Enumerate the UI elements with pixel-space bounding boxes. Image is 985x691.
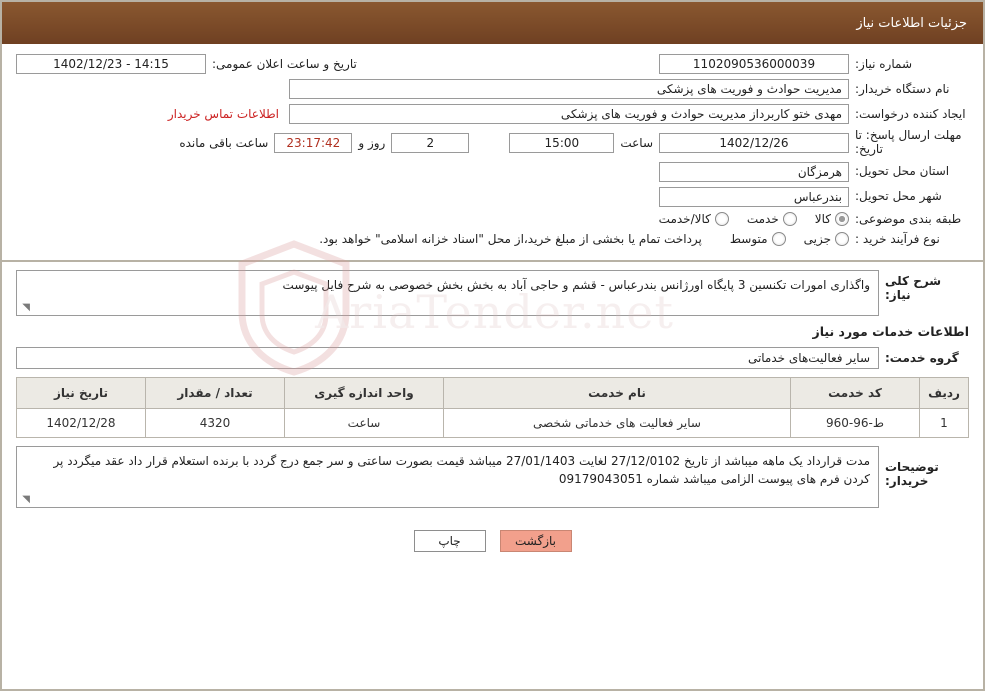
deadline-label: مهلت ارسال پاسخ: تا تاریخ:	[855, 128, 962, 156]
category-option-label: کالا/خدمت	[658, 212, 711, 227]
purchase-type-row: نوع فرآیند خرید : جزیی متوسط پرداخت تمام…	[16, 232, 969, 247]
deadline-hour: 15:00	[509, 132, 615, 153]
remaining-time: 23:17:42	[274, 132, 353, 153]
province-value: هرمزگان	[659, 161, 849, 182]
radio-icon[interactable]	[714, 212, 729, 227]
general-desc-row: شرح کلی نیاز: واگذاری امورات تکنسین 3 پا…	[16, 269, 969, 316]
table-header-row: ردیف کد خدمت نام خدمت واحد اندازه گیری ت…	[16, 376, 969, 409]
general-desc-label: شرح کلی نیاز:	[885, 273, 942, 302]
services-table: ردیف کد خدمت نام خدمت واحد اندازه گیری ت…	[16, 376, 969, 438]
service-group-row: گروه خدمت: سایر فعالیت‌های خدماتی	[16, 346, 969, 369]
buyer-contact-link[interactable]: اطلاعات تماس خریدار	[168, 107, 289, 121]
general-desc-text: واگذاری امورات تکنسین 3 پایگاه اورژانس ب…	[282, 277, 870, 292]
buyer-notes-text: مدت قرارداد یک ماهه میباشد از تاریخ 27/1…	[53, 453, 870, 487]
category-label: طبقه بندی موضوعی:	[855, 211, 962, 226]
purchase-type-option-jozii[interactable]: جزیی	[803, 232, 849, 247]
radio-icon[interactable]	[835, 212, 849, 227]
requester-value: مهدی ختو کاربرداز مدیریت حوادث و فوریت ه…	[289, 104, 849, 124]
th-row: ردیف	[919, 376, 969, 409]
remaining-days-label: روز و	[358, 135, 386, 150]
buyer-notes-label: توضیحات خریدار:	[885, 459, 939, 488]
requester-row: ایجاد کننده درخواست: مهدی ختو کاربرداز م…	[16, 104, 969, 124]
table-row: 1 ط-96-960 سایر فعالیت های خدماتی شخصی س…	[16, 407, 969, 438]
service-group-label: گروه خدمت:	[885, 350, 959, 365]
need-number-label: شماره نیاز:	[855, 56, 912, 71]
purchase-type-label: نوع فرآیند خرید :	[855, 231, 940, 246]
buyer-notes-value[interactable]: مدت قرارداد یک ماهه میباشد از تاریخ 27/1…	[16, 445, 879, 508]
province-row: استان محل تحویل: هرمزگان	[16, 161, 969, 182]
city-label: شهر محل تحویل:	[855, 189, 942, 204]
deadline-row: مهلت ارسال پاسخ: تا تاریخ: 1402/12/26 سا…	[16, 128, 969, 157]
buyer-notes-row: توضیحات خریدار: مدت قرارداد یک ماهه میبا…	[16, 445, 969, 508]
city-value: بندرعباس	[659, 186, 849, 207]
category-option-kala-khedmat[interactable]: کالا/خدمت	[658, 212, 729, 227]
category-row: طبقه بندی موضوعی: کالا خدمت کالا/خدمت	[16, 212, 969, 227]
cell-unit: ساعت	[284, 407, 444, 438]
deadline-hour-label: ساعت	[620, 135, 653, 150]
category-option-khedmat[interactable]: خدمت	[746, 212, 797, 227]
purchase-type-option-motevaset[interactable]: متوسط	[729, 232, 786, 247]
province-label: استان محل تحویل:	[855, 164, 950, 179]
announce-datetime-label: تاریخ و ساعت اعلان عمومی:	[212, 57, 357, 71]
services-section-title: اطلاعات خدمات مورد نیاز	[812, 323, 970, 339]
th-date: تاریخ نیاز	[16, 376, 146, 409]
service-group-value: سایر فعالیت‌های خدماتی	[16, 346, 879, 369]
announce-datetime-value: 14:15 - 1402/12/23	[16, 54, 206, 74]
category-option-label: کالا	[814, 212, 831, 227]
print-button[interactable]: چاپ	[413, 529, 486, 552]
th-qty: تعداد / مقدار	[145, 376, 285, 409]
resize-grip-icon[interactable]: ◥	[20, 302, 30, 313]
radio-icon[interactable]	[782, 212, 797, 227]
remaining-days: 2	[391, 132, 470, 153]
resize-grip-icon[interactable]: ◥	[20, 494, 30, 505]
cell-row: 1	[919, 407, 969, 438]
back-button[interactable]: بازگشت	[499, 529, 572, 552]
footer-buttons: بازگشت چاپ	[2, 520, 983, 560]
purchase-note: پرداخت تمام یا بخشی از مبلغ خرید،از محل …	[319, 232, 702, 247]
cell-date: 1402/12/28	[16, 407, 146, 438]
category-option-label: خدمت	[746, 212, 779, 227]
buyer-org-row: نام دستگاه خریدار: مدیریت حوادث و فوریت …	[16, 79, 969, 99]
page-header: جزئیات اطلاعات نیاز	[2, 2, 983, 44]
radio-icon[interactable]	[835, 232, 849, 247]
cell-name: سایر فعالیت های خدماتی شخصی	[443, 407, 791, 438]
remaining-suffix: ساعت باقی مانده	[179, 135, 269, 150]
page-title: جزئیات اطلاعات نیاز	[856, 15, 967, 31]
category-radio-group: کالا خدمت کالا/خدمت	[645, 212, 849, 227]
radio-icon[interactable]	[771, 232, 786, 247]
need-body-section: شرح کلی نیاز: واگذاری امورات تکنسین 3 پا…	[2, 262, 983, 520]
need-number-row: شماره نیاز: 1102090536000039 تاریخ و ساع…	[16, 54, 969, 74]
need-info-panel: AriaTender.net شماره نیاز: 1102090536000…	[2, 44, 983, 376]
th-name: نام خدمت	[443, 376, 791, 409]
buyer-org-value: مدیریت حوادث و فوریت های پزشکی	[289, 79, 849, 99]
purchase-type-radio-group: جزیی متوسط	[716, 232, 849, 247]
cell-qty: 4320	[145, 407, 285, 438]
deadline-date: 1402/12/26	[659, 132, 849, 153]
general-desc-value[interactable]: واگذاری امورات تکنسین 3 پایگاه اورژانس ب…	[16, 269, 879, 316]
category-option-kala[interactable]: کالا	[814, 212, 849, 227]
need-details-page: جزئیات اطلاعات نیاز AriaTender.net شماره…	[0, 0, 985, 691]
cell-code: ط-96-960	[790, 407, 920, 438]
purchase-type-option-label: جزیی	[803, 232, 831, 247]
city-row: شهر محل تحویل: بندرعباس	[16, 186, 969, 207]
th-unit: واحد اندازه گیری	[284, 376, 444, 409]
need-number-value: 1102090536000039	[659, 54, 849, 74]
th-code: کد خدمت	[790, 376, 920, 409]
buyer-org-label: نام دستگاه خریدار:	[855, 81, 950, 96]
purchase-type-option-label: متوسط	[729, 232, 768, 247]
requester-label: ایجاد کننده درخواست:	[855, 106, 966, 121]
